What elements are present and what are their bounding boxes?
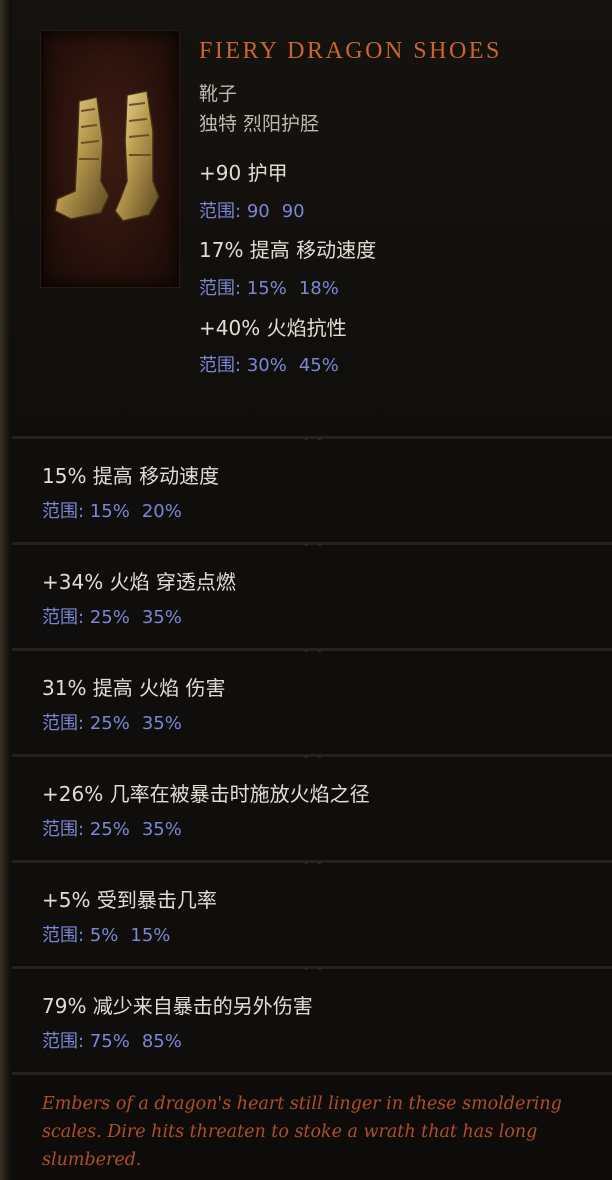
affix-row [12,758,612,858]
affix-range: 范围: 75% 85% [42,1027,182,1053]
item-tooltip: FIERY DRAGON SHOES 靴子 独特 烈阳护胫 +90 护甲 范围:… [0,0,612,1180]
range-label: 范围: [42,925,85,946]
section-divider [12,430,612,448]
affix-stat: +26% 几率在被暴击时施放火焰之径 [42,782,370,806]
section-divider [12,536,612,554]
affix-range: 范围: 5% 15% [42,921,170,947]
flavor-text: Embers of a dragon's heart still linger … [42,1094,562,1170]
affix-row [12,864,612,964]
item-type: 靴子 [199,83,238,105]
range-min: 30% [246,355,287,376]
implicit-stat-range: 范围: 15% 18% [199,274,339,300]
range-label: 范围: [199,278,242,299]
implicit-stat: 17% 提高 移动速度 [199,238,377,262]
item-name: FIERY DRAGON SHOES [199,38,502,64]
implicit-stat: +90 护甲 [199,161,288,185]
affix-range: 范围: 25% 35% [42,815,182,841]
affix-range: 范围: 25% 35% [42,709,182,735]
range-max: 35% [141,819,182,840]
range-label: 范围: [199,201,242,222]
range-label: 范围: [42,1031,85,1052]
range-min: 75% [89,1031,130,1052]
section-divider [12,748,612,766]
implicit-stat-range: 范围: 90 90 [199,197,305,223]
implicit-stat-range: 范围: 30% 45% [199,351,339,377]
range-max: 45% [298,355,339,376]
range-label: 范围: [199,355,242,376]
range-min: 25% [89,819,130,840]
range-label: 范围: [42,607,85,628]
section-divider [12,1072,612,1075]
range-max: 20% [141,501,182,522]
item-header: FIERY DRAGON SHOES 靴子 独特 烈阳护胫 +90 护甲 范围:… [0,0,612,436]
section-divider [12,854,612,872]
range-max: 35% [141,713,182,734]
range-max: 18% [298,278,339,299]
section-divider [12,960,612,978]
range-min: 15% [246,278,287,299]
item-portrait [40,30,180,288]
affix-row [12,546,612,646]
section-divider [12,642,612,660]
range-min: 90 [246,201,270,222]
affix-range: 范围: 15% 20% [42,497,182,523]
item-rarity: 独特 烈阳护胫 [199,113,320,135]
range-max: 85% [141,1031,182,1052]
range-max: 15% [130,925,171,946]
implicit-stat: +40% 火焰抗性 [199,316,347,340]
range-max: 90 [281,201,305,222]
range-min: 25% [89,713,130,734]
range-max: 35% [141,607,182,628]
affix-range: 范围: 25% 35% [42,603,182,629]
range-label: 范围: [42,713,85,734]
range-label: 范围: [42,819,85,840]
range-min: 5% [89,925,119,946]
affix-row [12,652,612,752]
range-min: 15% [89,501,130,522]
range-min: 25% [89,607,130,628]
affix-stat: +5% 受到暴击几率 [42,888,217,912]
affix-stat: 15% 提高 移动速度 [42,464,220,488]
range-label: 范围: [42,501,85,522]
golden-boots-icon [54,90,160,222]
affix-row [12,970,612,1070]
affix-row [12,440,612,540]
affix-stat: 79% 减少来自暴击的另外伤害 [42,994,313,1018]
affix-stat: +34% 火焰 穿透点燃 [42,570,236,594]
affix-stat: 31% 提高 火焰 伤害 [42,676,226,700]
